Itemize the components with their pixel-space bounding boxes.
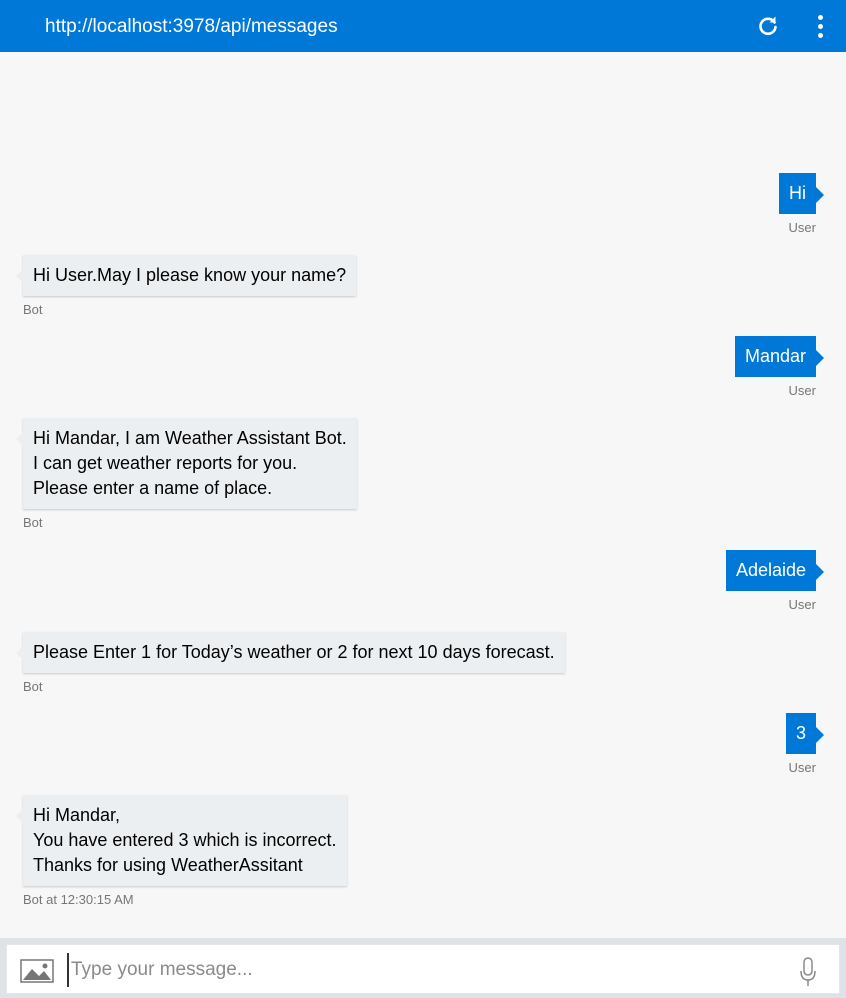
message-bubble: Hi User.May I please know your name?: [15, 255, 357, 296]
image-upload-icon[interactable]: [20, 959, 54, 983]
bot-message: Hi User.May I please know your name? Bot: [15, 255, 357, 318]
bot-message: Please Enter 1 for Today’s weather or 2 …: [16, 632, 565, 695]
message-history: Hi User Hi User.May I please know your n…: [0, 52, 846, 938]
header-bar: http://localhost:3978/api/messages: [0, 0, 846, 52]
user-message: Mandar User: [734, 336, 825, 399]
message-sender: User: [788, 383, 816, 398]
composer-bar: [0, 938, 846, 998]
user-message: Hi User: [779, 173, 824, 236]
message-bubble: Hi: [779, 173, 824, 214]
microphone-icon[interactable]: [799, 957, 817, 987]
endpoint-url: http://localhost:3978/api/messages: [45, 16, 338, 37]
user-message: 3 User: [785, 713, 825, 776]
message-bubble: Hi Mandar, I am Weather Assistant Bot. I…: [16, 418, 357, 509]
message-sender: Bot: [23, 515, 43, 530]
user-message: Adelaide User: [725, 550, 825, 613]
bot-message: Hi Mandar, You have entered 3 which is i…: [16, 795, 347, 908]
bot-message: Hi Mandar, I am Weather Assistant Bot. I…: [16, 418, 357, 531]
message-sender: User: [788, 760, 816, 775]
message-sender: Bot: [23, 679, 43, 694]
message-bubble: Mandar: [734, 336, 825, 377]
message-sender: User: [788, 220, 816, 235]
message-bubble: Please Enter 1 for Today’s weather or 2 …: [16, 632, 565, 673]
message-sender: Bot at 12:30:15 AM: [23, 892, 134, 907]
message-bubble: Hi Mandar, You have entered 3 which is i…: [16, 795, 347, 886]
message-sender: User: [788, 597, 816, 612]
refresh-icon[interactable]: [756, 14, 780, 38]
message-input[interactable]: [67, 953, 787, 987]
message-bubble: Adelaide: [725, 550, 825, 591]
message-sender: Bot: [23, 302, 43, 317]
composer-box: [6, 944, 840, 994]
more-vertical-icon[interactable]: [810, 13, 830, 39]
message-bubble: 3: [785, 713, 825, 754]
